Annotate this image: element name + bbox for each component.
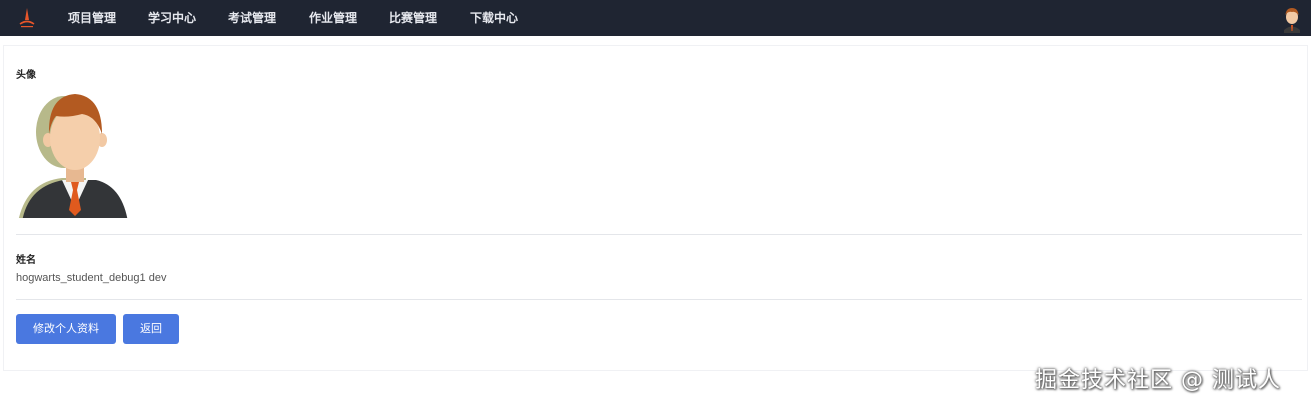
user-avatar-icon[interactable] — [1277, 3, 1307, 33]
nav-item-exam-management[interactable]: 考试管理 — [228, 0, 276, 36]
name-value: hogwarts_student_debug1 dev — [16, 272, 167, 284]
nav-item-download-center[interactable]: 下载中心 — [470, 0, 518, 36]
section-divider — [16, 299, 1302, 300]
nav-item-competition-management[interactable]: 比赛管理 — [389, 0, 437, 36]
avatar-label: 头像 — [16, 70, 36, 81]
nav-item-homework-management[interactable]: 作业管理 — [309, 0, 357, 36]
app-logo-icon[interactable] — [16, 6, 38, 30]
top-navigation-bar: 项目管理 学习中心 考试管理 作业管理 比赛管理 下载中心 — [0, 0, 1311, 36]
section-divider — [16, 234, 1302, 235]
watermark-text: 掘金技术社区 @ 测试人 — [1035, 368, 1281, 393]
edit-profile-button[interactable]: 修改个人资料 — [16, 314, 116, 344]
name-label: 姓名 — [16, 255, 36, 266]
profile-card: 头像 姓名 hogwarts_student_debug1 dev 修改个人资料… — [3, 45, 1308, 371]
nav-item-learning-center[interactable]: 学习中心 — [148, 0, 196, 36]
nav-item-project-management[interactable]: 项目管理 — [68, 0, 116, 36]
profile-avatar-image — [19, 94, 128, 218]
back-button[interactable]: 返回 — [123, 314, 179, 344]
